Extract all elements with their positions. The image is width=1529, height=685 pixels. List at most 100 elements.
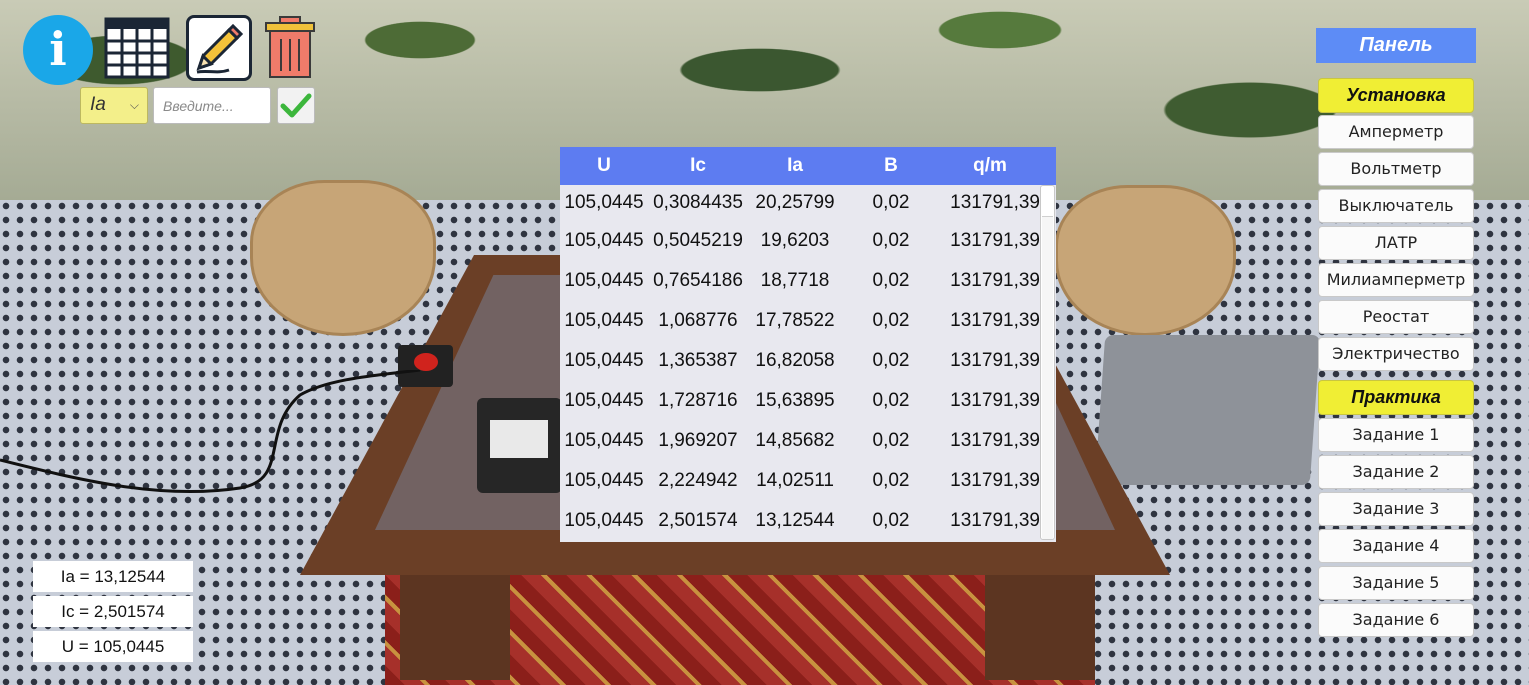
table-cell: 105,0445	[564, 230, 644, 251]
table-cell: 0,02	[872, 192, 910, 213]
table-row: 105,0445 0,5045219 19,6203 0,02 131791,39	[560, 221, 1056, 261]
scrollbar-thumb[interactable]	[1042, 216, 1053, 539]
table-cell: 0,7654186	[653, 270, 743, 291]
column-header-b: B	[884, 155, 898, 176]
task-5-button[interactable]: Задание 5	[1318, 566, 1474, 600]
practice-section-button[interactable]: Практика	[1318, 380, 1474, 415]
variable-select-value: Ia	[90, 94, 106, 115]
meter-device[interactable]	[477, 398, 562, 493]
table-cell: 0,02	[872, 510, 910, 531]
table-cell: 13,12544	[755, 510, 835, 531]
column-header-qm: q/m	[973, 155, 1007, 176]
table-cell: 131791,39	[950, 192, 1040, 213]
table-cell: 15,63895	[755, 390, 835, 411]
column-header-ia: Ia	[787, 155, 803, 176]
task-4-button[interactable]: Задание 4	[1318, 529, 1474, 563]
table-row: 105,0445 1,068776 17,78522 0,02 131791,39	[560, 301, 1056, 341]
table-cell: 0,02	[872, 270, 910, 291]
voltmeter-button[interactable]: Вольтметр	[1318, 152, 1474, 186]
table-cell: 18,7718	[760, 270, 830, 291]
rheostat-button[interactable]: Реостат	[1318, 300, 1474, 334]
table-cell: 0,02	[872, 350, 910, 371]
table-cell: 1,068776	[658, 310, 738, 331]
table-cell: 131791,39	[950, 310, 1040, 331]
table-cell: 131791,39	[950, 470, 1040, 491]
readout-u: U = 105,0445	[33, 631, 193, 662]
table-cell: 16,82058	[755, 350, 835, 371]
table-cell: 20,25799	[755, 192, 835, 213]
table-cell: 0,02	[872, 430, 910, 451]
table-cell: 105,0445	[564, 310, 644, 331]
table-row: 105,0445 1,969207 14,85682 0,02 131791,39	[560, 421, 1056, 461]
table-cell: 1,969207	[658, 430, 738, 451]
table-cell: 131791,39	[950, 230, 1040, 251]
table-cell: 105,0445	[564, 270, 644, 291]
table-cell: 131791,39	[950, 430, 1040, 451]
table-cell: 105,0445	[564, 470, 644, 491]
table-cell: 2,501574	[658, 510, 738, 531]
variable-select[interactable]: Ia ⌵	[80, 87, 148, 124]
readout-ic: Ic = 2,501574	[33, 596, 193, 627]
table-header: U Ic Ia B q/m	[560, 147, 1056, 185]
ammeter-button[interactable]: Амперметр	[1318, 115, 1474, 149]
info-button[interactable]: i	[23, 15, 93, 85]
table-row: 105,0445 1,365387 16,82058 0,02 131791,39	[560, 341, 1056, 381]
task-1-button[interactable]: Задание 1	[1318, 418, 1474, 452]
table-cell: 131791,39	[950, 270, 1040, 291]
table-row: 105,0445 2,224942 14,02511 0,02 131791,39	[560, 461, 1056, 501]
table-scrollbar[interactable]	[1040, 185, 1055, 540]
task-6-button[interactable]: Задание 6	[1318, 603, 1474, 637]
trash-icon	[265, 16, 315, 78]
table-row: 105,0445 2,501574 13,12544 0,02 131791,39	[560, 501, 1056, 541]
table-cell: 17,78522	[755, 310, 835, 331]
table-row: 105,0445 0,7654186 18,7718 0,02 131791,39	[560, 261, 1056, 301]
plant-pot-left	[250, 180, 436, 336]
table-cell: 0,02	[872, 310, 910, 331]
table-cell: 105,0445	[564, 390, 644, 411]
table-row: 105,0445 1,728716 15,63895 0,02 131791,39	[560, 381, 1056, 421]
table-cell: 105,0445	[564, 192, 644, 213]
table-cell: 0,3084435	[653, 192, 743, 213]
column-header-u: U	[597, 155, 611, 176]
table-cell: 105,0445	[564, 350, 644, 371]
chair	[1094, 335, 1321, 485]
setup-section-button[interactable]: Установка	[1318, 78, 1474, 113]
table-cell: 14,85682	[755, 430, 835, 451]
panel-title: Панель	[1316, 28, 1476, 63]
table-leg	[400, 560, 510, 680]
table-cell: 0,5045219	[653, 230, 743, 251]
value-input[interactable]	[153, 87, 271, 124]
info-icon: i	[49, 22, 67, 76]
task-2-button[interactable]: Задание 2	[1318, 455, 1474, 489]
readout-ia: Ia = 13,12544	[33, 561, 193, 592]
table-icon	[104, 17, 170, 79]
confirm-button[interactable]	[277, 87, 315, 124]
table-cell: 1,365387	[658, 350, 738, 371]
task-3-button[interactable]: Задание 3	[1318, 492, 1474, 526]
electricity-button[interactable]: Электричество	[1318, 337, 1474, 371]
table-cell: 1,728716	[658, 390, 738, 411]
plant-pot-right	[1055, 185, 1236, 336]
table-cell: 2,224942	[658, 470, 738, 491]
table-cell: 105,0445	[564, 510, 644, 531]
latr-button[interactable]: ЛАТР	[1318, 226, 1474, 260]
table-cell: 19,6203	[760, 230, 830, 251]
table-cell: 131791,39	[950, 510, 1040, 531]
switch-button[interactable]: Выключатель	[1318, 189, 1474, 223]
table-cell: 14,02511	[756, 470, 834, 491]
trash-button[interactable]	[262, 15, 328, 81]
table-cell: 0,02	[872, 390, 910, 411]
checkmark-icon	[280, 93, 312, 118]
column-header-ic: Ic	[690, 155, 706, 176]
pencil-icon	[196, 23, 244, 74]
table-cell: 131791,39	[950, 390, 1040, 411]
table-body: 105,0445 0,3084435 20,25799 0,02 131791,39 10…	[560, 185, 1056, 542]
edit-button[interactable]	[186, 15, 252, 81]
table-cell: 105,0445	[564, 430, 644, 451]
table-cell: 131791,39	[950, 350, 1040, 371]
milliammeter-button[interactable]: Милиамперметр	[1318, 263, 1474, 297]
table-button[interactable]	[104, 15, 170, 81]
table-leg	[985, 560, 1095, 680]
measurements-table: U Ic Ia B q/m 105,0445 0,3084435 20,25799 0…	[560, 147, 1056, 542]
table-cell: 0,02	[872, 470, 910, 491]
